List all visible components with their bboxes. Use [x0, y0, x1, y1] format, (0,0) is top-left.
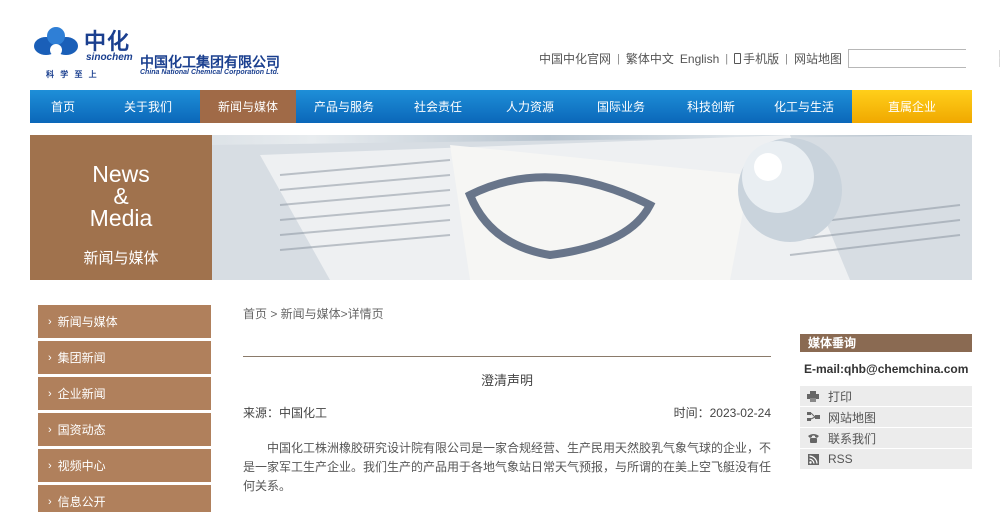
link-mobile-label: 手机版 — [743, 52, 780, 66]
article-source: 来源：中国化工 — [243, 406, 328, 420]
link-official-site[interactable]: 中国中化官网 — [539, 50, 611, 67]
search-box — [848, 49, 1000, 68]
nav-item-news[interactable]: 新闻与媒体 — [200, 90, 296, 123]
sinochem-flower-icon — [34, 27, 78, 56]
separator: | — [785, 52, 788, 65]
main-nav: 首页 关于我们 新闻与媒体 产品与服务 社会责任 人力资源 国际业务 科技创新 … — [30, 90, 972, 123]
banner-en-line3: Media — [89, 205, 153, 231]
sidebar-item-label: 新闻与媒体 — [57, 315, 118, 329]
chevron-right-icon: › — [48, 423, 52, 436]
article-title: 澄清声明 — [480, 373, 533, 388]
sidebar-item-label: 视频中心 — [57, 459, 106, 473]
banner-title-en: News & Media — [30, 161, 212, 231]
contact-label: 联系我们 — [828, 431, 877, 446]
chevron-right-icon: › — [48, 315, 52, 328]
print-label: 打印 — [828, 389, 853, 404]
banner-en-line1: News — [92, 161, 150, 187]
nav-item-hr[interactable]: 人力资源 — [484, 90, 576, 123]
banner-en-line2: & — [113, 183, 129, 209]
logo-slogan: 科 学 至 上 — [46, 70, 99, 79]
phone-icon — [806, 432, 820, 444]
sinochem-logo[interactable]: 中化 sinochem 科 学 至 上 中国化工集团有限公司 China Nat… — [32, 22, 292, 82]
nav-item-csr[interactable]: 社会责任 — [392, 90, 484, 123]
breadcrumb[interactable]: 首页 > 新闻与媒体>详情页 — [243, 305, 771, 322]
sidebar-item-video-center[interactable]: › 视频中心 — [38, 449, 211, 482]
printer-icon — [806, 390, 820, 402]
banner-title-cn: 新闻与媒体 — [83, 250, 159, 267]
sidebar-item-label: 集团新闻 — [57, 351, 106, 365]
rss-link[interactable]: RSS — [800, 449, 972, 470]
link-mobile[interactable]: 手机版 — [734, 50, 779, 67]
utility-links: 打印 网站地图 联系我们 RSS — [800, 386, 972, 470]
separator: | — [617, 52, 620, 65]
media-inquiry-heading: 媒体垂询 — [800, 334, 972, 352]
header: 中化 sinochem 科 学 至 上 中国化工集团有限公司 China Nat… — [0, 0, 1000, 90]
print-link[interactable]: 打印 — [800, 386, 972, 407]
sidebar-item-label: 企业新闻 — [57, 387, 106, 401]
sidebar-item-label: 信息公开 — [57, 495, 106, 509]
media-inquiry-panel: 媒体垂询 E-mail:qhb@chemchina.com 打印 网站地图 联系… — [800, 334, 972, 470]
article-meta: 来源：中国化工 时间：2023-02-24 — [243, 404, 771, 421]
sitemap-link[interactable]: 网站地图 — [800, 407, 972, 428]
nav-item-chemical-life[interactable]: 化工与生活 — [756, 90, 852, 123]
sidebar-item-group-news[interactable]: › 集团新闻 — [38, 341, 211, 374]
article: 首页 > 新闻与媒体>详情页 澄清声明 来源：中国化工 时间：2023-02-2… — [243, 305, 771, 496]
separator: | — [725, 52, 729, 65]
chevron-right-icon: › — [48, 495, 52, 508]
chevron-right-icon: › — [48, 351, 52, 364]
search-input[interactable] — [849, 50, 999, 67]
rss-label: RSS — [828, 452, 853, 466]
mobile-phone-icon — [734, 53, 742, 64]
logo-en-short: sinochem — [86, 52, 133, 63]
chevron-right-icon: › — [48, 387, 52, 400]
sidebar-item-disclosure[interactable]: › 信息公开 — [38, 485, 211, 512]
news-banner: News & Media 新闻与媒体 — [30, 135, 972, 280]
divider — [243, 356, 771, 357]
nav-item-home[interactable]: 首页 — [30, 90, 96, 123]
nav-item-international[interactable]: 国际业务 — [576, 90, 666, 123]
link-sitemap[interactable]: 网站地图 — [794, 50, 842, 67]
company-name-en: China National Chemical Corporation Ltd. — [140, 69, 279, 76]
chevron-right-icon: › — [48, 459, 52, 472]
article-body: 中国化工株洲橡胶研究设计院有限公司是一家合规经营、生产民用天然胶乳气象气球的企业… — [243, 441, 772, 493]
media-email[interactable]: E-mail:qhb@chemchina.com — [800, 362, 972, 376]
banner-title-block: News & Media 新闻与媒体 — [30, 135, 212, 280]
article-time: 时间：2023-02-24 — [673, 406, 771, 420]
sidebar-item-enterprise-news[interactable]: › 企业新闻 — [38, 377, 211, 410]
rss-icon — [806, 453, 820, 465]
sidebar-item-news-media[interactable]: › 新闻与媒体 — [38, 305, 211, 338]
nav-item-innovation[interactable]: 科技创新 — [666, 90, 756, 123]
sidebar-item-sasac-news[interactable]: › 国资动态 — [38, 413, 211, 446]
nav-item-subsidiaries[interactable]: 直属企业 — [852, 90, 972, 123]
nav-item-products[interactable]: 产品与服务 — [296, 90, 392, 123]
sidebar: › 新闻与媒体 › 集团新闻 › 企业新闻 › 国资动态 › 视频中心 › 信息公开 — [38, 305, 211, 512]
top-links: 中国中化官网 | 繁体中文 English | 手机版 | 网站地图 — [539, 50, 842, 67]
link-english[interactable]: English — [680, 52, 719, 66]
contact-link[interactable]: 联系我们 — [800, 428, 972, 449]
sitemap-label: 网站地图 — [828, 410, 877, 425]
sidebar-item-label: 国资动态 — [57, 423, 106, 437]
sitemap-icon — [806, 411, 820, 423]
nav-item-about[interactable]: 关于我们 — [96, 90, 200, 123]
link-traditional-chinese[interactable]: 繁体中文 — [626, 50, 674, 67]
